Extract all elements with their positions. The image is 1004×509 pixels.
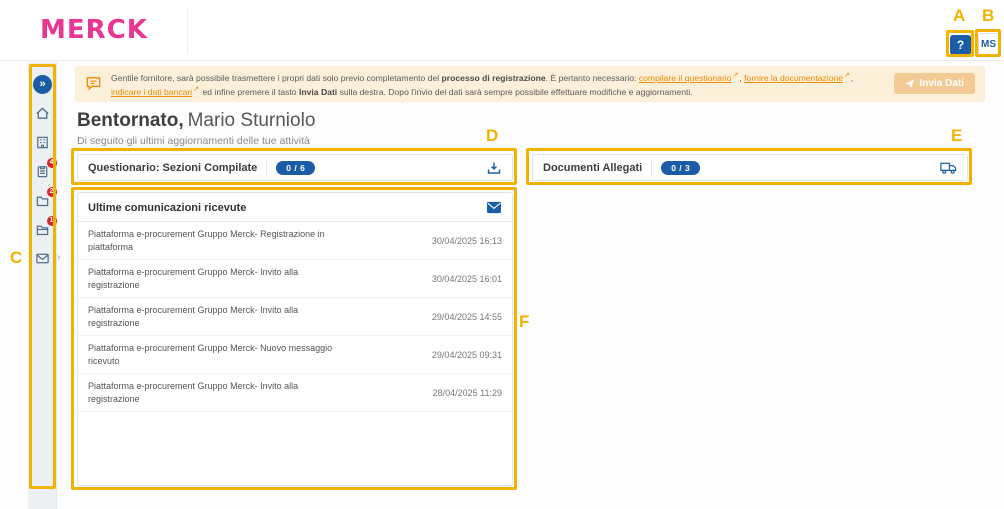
communication-date: 30/04/2025 16:13 <box>431 235 502 246</box>
link-compila-questionario[interactable]: compilare il questionario↗ <box>638 72 740 83</box>
communication-row[interactable]: Piattaforma e-procurement Gruppo Merck- … <box>78 260 512 298</box>
divider <box>266 160 268 175</box>
progress-badge: 0 / 3 <box>661 160 701 175</box>
chevron-right-icon: › <box>57 252 61 263</box>
questionnaire-summary-card: Questionario: Sezioni Compilate 0 / 6 <box>77 154 513 181</box>
banner-mid2: ed infine premere il tasto <box>200 86 299 97</box>
building-icon <box>35 135 50 150</box>
paper-plane-icon <box>904 79 915 89</box>
communication-subject: Piattaforma e-procurement Gruppo Merck- … <box>88 305 299 328</box>
communication-row[interactable]: Piattaforma e-procurement Gruppo Merck- … <box>78 336 512 374</box>
banner-end: sulla destra. Dopo l'invio dei dati sarà… <box>337 86 693 97</box>
communication-date: 30/04/2025 16:01 <box>431 273 502 284</box>
communication-subject: Piattaforma e-procurement Gruppo Merck- … <box>88 381 299 404</box>
notification-badge: 4 <box>46 158 57 168</box>
annotation-label-d: D <box>486 126 499 145</box>
sidebar-item-questionnaire[interactable]: 4 <box>33 158 57 181</box>
mail-filled-icon[interactable] <box>486 201 502 214</box>
mail-icon <box>35 251 50 266</box>
annotation-label-e: E <box>951 126 963 145</box>
invia-dati-label: Invia Dati <box>919 78 964 90</box>
banner-intro: Gentile fornitore, sarà possibile trasme… <box>111 72 442 83</box>
communications-list: Piattaforma e-procurement Gruppo Merck- … <box>78 222 512 412</box>
sidebar-item-company[interactable] <box>33 133 52 152</box>
sidebar: » 4 2 1 › <box>28 62 61 509</box>
communications-panel: Ultime comunicazioni ricevute Piattaform… <box>77 192 513 486</box>
divider <box>651 160 653 175</box>
merck-logo: MERCK <box>40 15 148 45</box>
app-root: MERCK ? MS » 4 2 1 › Gentile fornitore, … <box>0 0 1004 509</box>
communication-row[interactable]: Piattaforma e-procurement Gruppo Merck- … <box>78 374 512 412</box>
link-label: indicare i dati bancari <box>111 86 193 97</box>
sidebar-item-bank-data[interactable]: 1 <box>33 216 57 239</box>
sidebar-expand-button[interactable]: » <box>32 75 52 94</box>
greeting-text: Bentornato, <box>77 110 184 131</box>
link-label: fornire la documentazione <box>744 72 844 83</box>
notification-badge: 2 <box>46 187 57 197</box>
banner-mid: . È pertanto necessario: <box>545 72 639 83</box>
external-link-icon: ↗ <box>844 72 850 79</box>
communication-row[interactable]: Piattaforma e-procurement Gruppo Merck- … <box>78 298 512 336</box>
card-title: Questionario: Sezioni Compilate <box>88 161 258 174</box>
delivery-truck-icon[interactable] <box>940 161 957 175</box>
link-indicare-dati-bancari[interactable]: indicare i dati bancari↗ <box>111 85 200 97</box>
communication-subject: Piattaforma e-procurement Gruppo Merck- … <box>88 267 299 290</box>
header: MERCK ? MS <box>0 0 1004 61</box>
communication-date: 29/04/2025 14:55 <box>431 311 502 322</box>
external-link-icon: ↗ <box>193 85 200 93</box>
communication-date: 29/04/2025 09:31 <box>431 349 502 360</box>
help-button[interactable]: ? <box>950 35 971 55</box>
sidebar-item-home[interactable] <box>33 104 52 123</box>
communication-row[interactable]: Piattaforma e-procurement Gruppo Merck- … <box>78 222 512 260</box>
annotation-label-c: C <box>10 248 23 267</box>
link-label: compilare il questionario <box>638 72 732 83</box>
sidebar-item-documents[interactable]: 2 <box>33 187 57 210</box>
communication-subject: Piattaforma e-procurement Gruppo Merck- … <box>88 229 325 252</box>
user-name: Mario Sturniolo <box>187 110 316 131</box>
communications-header: Ultime comunicazioni ricevute <box>78 193 512 222</box>
user-avatar-button[interactable]: MS <box>978 33 999 55</box>
registration-banner: Gentile fornitore, sarà possibile trasme… <box>75 66 985 102</box>
double-chevron-right-icon: » <box>32 75 52 94</box>
banner-bold-invia-dati: Invia Dati <box>298 86 338 97</box>
sidebar-item-messages[interactable]: › <box>33 249 61 268</box>
external-link-icon: ↗ <box>732 72 739 79</box>
annotation-label-f: F <box>519 312 530 331</box>
home-icon <box>35 106 50 121</box>
notification-badge: 1 <box>46 216 57 226</box>
link-fornire-documentazione[interactable]: fornire la documentazione↗ <box>744 72 851 83</box>
banner-bold-registration: processo di registrazione <box>441 72 546 83</box>
info-bubble-icon <box>85 75 102 92</box>
communications-title: Ultime comunicazioni ricevute <box>88 201 247 214</box>
banner-text: Gentile fornitore, sarà possibile trasme… <box>111 70 885 98</box>
documents-summary-card: Documenti Allegati 0 / 3 <box>532 154 968 181</box>
progress-badge: 0 / 6 <box>276 160 316 175</box>
card-title: Documenti Allegati <box>543 161 643 174</box>
invia-dati-button[interactable]: Invia Dati <box>893 73 975 95</box>
banner-separator: , <box>850 72 854 83</box>
download-tray-icon[interactable] <box>486 160 502 176</box>
communication-date: 28/04/2025 11:29 <box>432 387 502 398</box>
communication-subject: Piattaforma e-procurement Gruppo Merck- … <box>88 343 333 366</box>
page-subtitle: Di seguito gli ultimi aggiornamenti dell… <box>77 135 310 147</box>
page-title: Bentornato, Mario Sturniolo <box>77 110 315 132</box>
header-divider <box>187 8 188 54</box>
